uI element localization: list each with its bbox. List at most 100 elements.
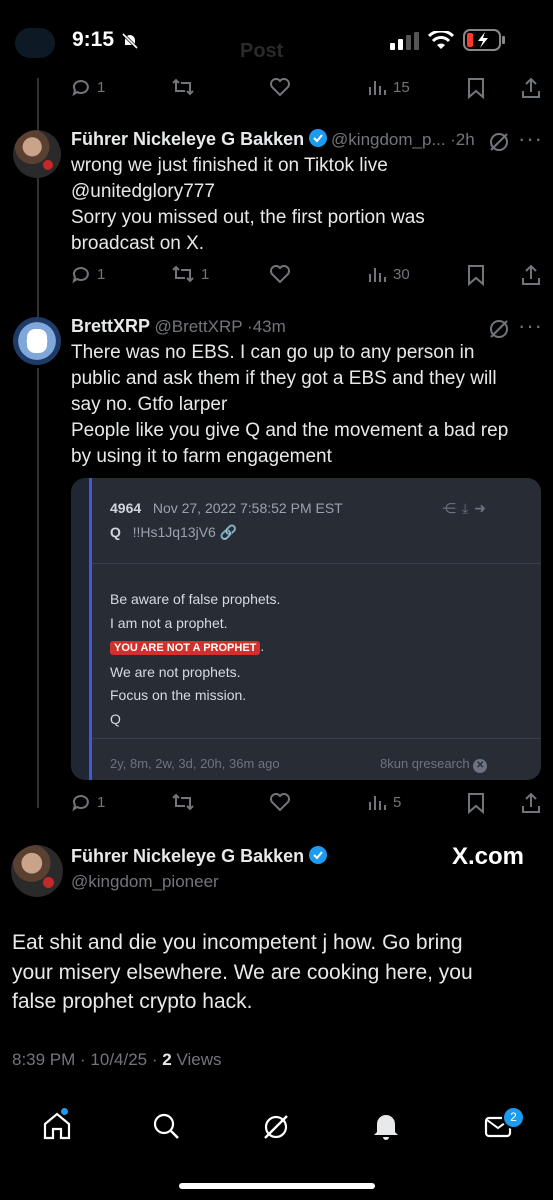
retweet-count: 1 xyxy=(201,265,210,283)
grok-icon[interactable] xyxy=(261,1112,291,1142)
avatar-figure xyxy=(27,329,47,353)
bookmark-icon[interactable] xyxy=(467,792,485,814)
mention-link[interactable]: @unitedglory777 xyxy=(71,179,541,205)
divider xyxy=(92,563,541,564)
embedded-image[interactable]: 4964 Nov 27, 2022 7:58:52 PM EST Q !!Hs1… xyxy=(71,478,541,780)
post-number: 4964 xyxy=(110,500,142,516)
main-tweet-meta: 8:39 PM · 10/4/25 · 2 Views xyxy=(12,1050,221,1070)
reply-count: 1 xyxy=(97,265,106,283)
retweet-button[interactable] xyxy=(171,792,195,812)
tweet-actions: 1 1 30 xyxy=(71,264,541,288)
home-indicator xyxy=(179,1183,375,1189)
reply-count: 1 xyxy=(97,78,106,96)
post-author: Q !!Hs1Jq13jV6 🔗 xyxy=(110,524,238,540)
bookmark-icon[interactable] xyxy=(467,77,485,99)
author-name[interactable]: Führer Nickeleye G Bakken xyxy=(71,129,304,149)
author-name[interactable]: BrettXRP xyxy=(71,316,150,336)
blurred-back-button[interactable] xyxy=(15,28,55,58)
main-tweet-text: Eat shit and die you incompetent j how. … xyxy=(12,931,473,1013)
link-icon: 🔗 xyxy=(219,524,238,540)
views-button[interactable]: 30 xyxy=(367,264,410,284)
reply-icon xyxy=(72,795,89,812)
previous-tweet-actions: 1 15 xyxy=(71,77,541,101)
views-count: 5 xyxy=(393,793,402,811)
author-handle[interactable]: @kingdom_pioneer xyxy=(71,872,219,892)
like-button[interactable] xyxy=(269,264,291,284)
x-com-watermark: X.com xyxy=(452,843,525,870)
heart-icon xyxy=(270,265,290,284)
grok-icon[interactable] xyxy=(488,131,510,153)
retweet-button[interactable]: 1 xyxy=(171,264,209,284)
heart-icon xyxy=(270,78,290,97)
reply-count: 1 xyxy=(97,793,106,811)
post-date: Nov 27, 2022 7:58:52 PM EST xyxy=(152,500,343,516)
retweet-icon xyxy=(172,265,194,283)
tweet-reply-1[interactable]: Führer Nickeleye G Bakken @kingdom_p... … xyxy=(0,118,553,298)
like-button[interactable] xyxy=(269,77,291,97)
tweet-time: 43m xyxy=(252,317,286,336)
grok-icon[interactable] xyxy=(488,318,510,340)
tweet-header: BrettXRP @BrettXRP ·43m xyxy=(71,316,286,337)
like-button[interactable] xyxy=(269,792,291,812)
reply-button[interactable]: 1 xyxy=(71,77,105,97)
reply-button[interactable]: 1 xyxy=(71,792,105,812)
page-title: Post xyxy=(240,40,284,62)
bottom-nav: 2 xyxy=(0,1090,553,1170)
tweet-time: 2h xyxy=(455,130,475,149)
views-button[interactable]: 15 xyxy=(367,77,410,97)
views-icon xyxy=(369,81,386,95)
search-icon[interactable] xyxy=(152,1112,180,1140)
reply-button[interactable]: 1 xyxy=(71,264,105,284)
cellular-signal-icon xyxy=(390,32,419,50)
post-source: 8kun qresearch ✕ xyxy=(380,756,488,773)
avatar[interactable] xyxy=(13,317,61,365)
tweet-text: There was no EBS. I can go up to any per… xyxy=(71,342,509,467)
status-bar: Post 9:15 xyxy=(0,0,553,78)
avatar[interactable] xyxy=(11,845,63,897)
heart-icon xyxy=(270,793,290,812)
battery-charging-icon xyxy=(463,29,505,51)
author-handle[interactable]: @BrettXRP xyxy=(154,317,242,336)
post-tool-icons: ⋲⤓➜ xyxy=(442,500,492,516)
messages-badge: 2 xyxy=(502,1106,525,1129)
main-tweet: Führer Nickeleye G Bakken @kingdom_pione… xyxy=(0,835,553,1085)
share-icon[interactable] xyxy=(521,77,541,99)
retweet-icon xyxy=(172,78,194,96)
tweet-actions: 1 5 xyxy=(71,792,541,816)
verified-badge-icon xyxy=(308,846,327,864)
reply-icon xyxy=(72,80,89,97)
bookmark-icon[interactable] xyxy=(467,264,485,286)
share-icon[interactable] xyxy=(521,264,541,286)
share-icon[interactable] xyxy=(521,792,541,814)
views-button[interactable]: 5 xyxy=(367,792,401,812)
q-post-screenshot: 4964 Nov 27, 2022 7:58:52 PM EST Q !!Hs1… xyxy=(89,478,541,780)
avatar[interactable] xyxy=(13,130,61,178)
bell-icon[interactable] xyxy=(372,1111,400,1141)
tweet-timestamp: 8:39 PM · 10/4/25 · xyxy=(12,1050,163,1069)
silent-bell-icon xyxy=(121,32,139,50)
main-tweet-header: Führer Nickeleye G Bakken xyxy=(71,846,327,867)
post-body: Be aware of false prophets. I am not a p… xyxy=(110,591,281,727)
views-count: 2 xyxy=(162,1050,172,1069)
tweet-header: Führer Nickeleye G Bakken @kingdom_p... … xyxy=(71,129,475,150)
retweet-button[interactable] xyxy=(171,77,195,97)
clock: 9:15 xyxy=(72,28,115,51)
author-name[interactable]: Führer Nickeleye G Bakken xyxy=(71,846,304,866)
views-count: 15 xyxy=(393,78,410,96)
more-options-icon[interactable]: ··· xyxy=(518,313,543,339)
post-age: 2y, 8m, 2w, 3d, 20h, 36m ago xyxy=(110,756,280,771)
views-icon xyxy=(369,796,386,810)
wifi-icon xyxy=(428,31,454,49)
retweet-icon xyxy=(172,793,194,811)
verified-badge-icon xyxy=(308,129,327,147)
highlight-label: YOU ARE NOT A PROPHET xyxy=(110,641,261,655)
more-options-icon[interactable]: ··· xyxy=(518,126,543,152)
reply-icon xyxy=(72,267,89,284)
home-icon[interactable] xyxy=(42,1112,72,1140)
tweet-text: wrong we just finished it on Tiktok live… xyxy=(71,153,541,257)
author-handle[interactable]: @kingdom_p... xyxy=(331,130,446,149)
notification-dot xyxy=(61,1108,68,1115)
post-meta: 4964 Nov 27, 2022 7:58:52 PM EST xyxy=(110,500,343,516)
divider xyxy=(92,738,541,739)
views-icon xyxy=(369,268,386,282)
